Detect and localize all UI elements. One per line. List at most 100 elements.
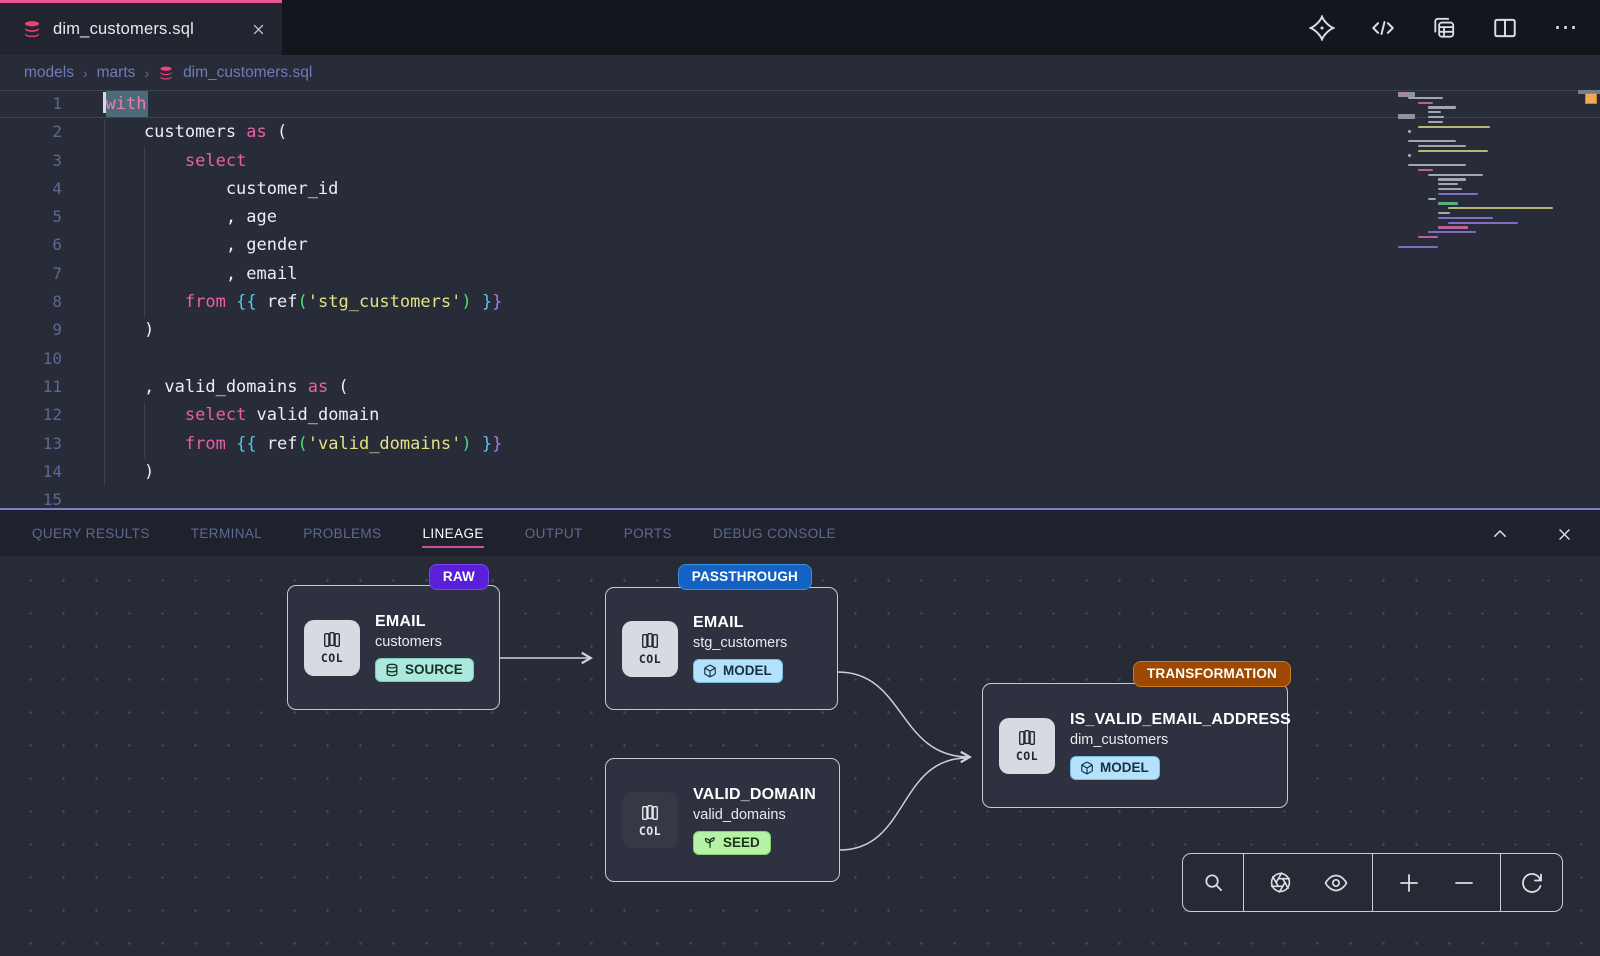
code-view-icon[interactable] bbox=[1363, 8, 1403, 48]
minimap-line bbox=[1418, 145, 1466, 147]
line-number: 5 bbox=[0, 203, 62, 231]
line-number: 11 bbox=[0, 373, 62, 401]
code-line[interactable]: 2 customers as ( bbox=[0, 118, 1600, 146]
panel-tab-query-results[interactable]: QUERY RESULTS bbox=[32, 526, 150, 541]
more-actions-icon[interactable]: ⋯ bbox=[1546, 8, 1586, 48]
code-line[interactable]: 4 customer_id bbox=[0, 175, 1600, 203]
database-icon bbox=[158, 65, 174, 81]
panel-tab-ports[interactable]: PORTS bbox=[624, 526, 672, 541]
zoom-in-icon[interactable] bbox=[1389, 863, 1429, 903]
editor-tab-dim-customers[interactable]: dim_customers.sql bbox=[0, 0, 282, 55]
code-editor[interactable]: 1with2 customers as (3 select4 customer_… bbox=[0, 90, 1600, 508]
lineage-kind-badge-transformation: TRANSFORMATION bbox=[1133, 661, 1291, 687]
line-number: 6 bbox=[0, 231, 62, 259]
minimap-line bbox=[1428, 174, 1483, 176]
minimap-line bbox=[1418, 126, 1490, 128]
resource-type-badge-model: MODEL bbox=[1070, 756, 1160, 780]
model-name: dim_customers bbox=[1070, 732, 1291, 748]
panel-tab-debug-console[interactable]: DEBUG CONSOLE bbox=[713, 526, 836, 541]
minimap-line bbox=[1398, 246, 1438, 248]
line-number: 8 bbox=[0, 288, 62, 316]
lineage-toolbar bbox=[1182, 853, 1563, 912]
lineage-node-customers[interactable]: RAW COL EMAIL customers SOURCE bbox=[287, 585, 500, 710]
search-icon[interactable] bbox=[1193, 863, 1233, 903]
code-line[interactable]: 8 from {{ ref('stg_customers') }} bbox=[0, 288, 1600, 316]
database-icon bbox=[22, 19, 42, 39]
minimap-line bbox=[1408, 97, 1443, 99]
panel-tab-output[interactable]: OUTPUT bbox=[525, 526, 583, 541]
breadcrumb-marts[interactable]: marts bbox=[97, 64, 136, 82]
column-chip: COL bbox=[622, 621, 678, 677]
minimap-line bbox=[1398, 92, 1408, 94]
code-line[interactable]: 14 ) bbox=[0, 458, 1600, 486]
lineage-node-dim-customers[interactable]: TRANSFORMATION COL IS_VALID_EMAIL_ADDRES… bbox=[982, 683, 1288, 808]
dbt-icon[interactable] bbox=[1302, 8, 1342, 48]
zoom-out-icon[interactable] bbox=[1444, 863, 1484, 903]
panel-tab-terminal[interactable]: TERMINAL bbox=[191, 526, 262, 541]
line-number: 7 bbox=[0, 260, 62, 288]
model-name: stg_customers bbox=[693, 635, 787, 651]
code-line[interactable]: 9 ) bbox=[0, 316, 1600, 344]
code-line[interactable]: 3 select bbox=[0, 147, 1600, 175]
column-chip: COL bbox=[999, 718, 1055, 774]
breadcrumb-separator: › bbox=[83, 65, 88, 81]
lineage-kind-badge-passthrough: PASSTHROUGH bbox=[678, 564, 812, 590]
lineage-node-valid-domains[interactable]: COL VALID_DOMAIN valid_domains SEED bbox=[605, 758, 840, 882]
breadcrumb: models › marts › dim_customers.sql bbox=[0, 55, 1600, 90]
minimap-line bbox=[1408, 140, 1456, 142]
minimap-line bbox=[1428, 106, 1456, 108]
code-line[interactable]: 10 bbox=[0, 345, 1600, 373]
line-number: 3 bbox=[0, 147, 62, 175]
minimap-line bbox=[1438, 202, 1458, 204]
lineage-canvas[interactable]: RAW COL EMAIL customers SOURCE PASSTHROU… bbox=[0, 556, 1600, 956]
model-name: valid_domains bbox=[693, 807, 816, 823]
line-number: 2 bbox=[0, 118, 62, 146]
query-results-table-icon[interactable] bbox=[1424, 8, 1464, 48]
code-line[interactable]: 7 , email bbox=[0, 260, 1600, 288]
column-name: IS_VALID_EMAIL_ADDRESS bbox=[1070, 711, 1291, 729]
minimap-line bbox=[1428, 198, 1436, 200]
line-number: 4 bbox=[0, 175, 62, 203]
indent-guide bbox=[144, 402, 145, 458]
line-number: 1 bbox=[0, 91, 62, 117]
minimap-line bbox=[1428, 116, 1444, 118]
panel-close-icon[interactable] bbox=[1544, 514, 1584, 554]
resource-type-badge-model: MODEL bbox=[693, 659, 783, 683]
column-name: EMAIL bbox=[375, 613, 474, 631]
code-line[interactable]: 6 , gender bbox=[0, 231, 1600, 259]
code-line[interactable]: 12 select valid_domain bbox=[0, 401, 1600, 429]
minimap-line bbox=[1438, 178, 1466, 180]
code-line[interactable]: 11 , valid_domains as ( bbox=[0, 373, 1600, 401]
minimap-line bbox=[1418, 102, 1433, 104]
breadcrumb-file[interactable]: dim_customers.sql bbox=[183, 64, 312, 82]
column-name: EMAIL bbox=[693, 614, 787, 632]
code-lines: 1with2 customers as (3 select4 customer_… bbox=[0, 90, 1600, 508]
minimap-line bbox=[1438, 217, 1493, 219]
code-line[interactable]: 13 from {{ ref('valid_domains') }} bbox=[0, 430, 1600, 458]
refresh-icon[interactable] bbox=[1512, 863, 1552, 903]
tab-label: dim_customers.sql bbox=[53, 20, 194, 39]
minimap-line bbox=[1418, 236, 1438, 238]
resource-type-badge-seed: SEED bbox=[693, 831, 771, 855]
panel-tab-lineage[interactable]: LINEAGE bbox=[422, 526, 483, 548]
panel-collapse-icon[interactable] bbox=[1480, 514, 1520, 554]
line-number: 12 bbox=[0, 401, 62, 429]
minimap-line bbox=[1438, 226, 1468, 228]
breadcrumb-models[interactable]: models bbox=[24, 64, 74, 82]
eye-icon[interactable] bbox=[1316, 863, 1356, 903]
column-chip: COL bbox=[622, 792, 678, 848]
code-line[interactable]: 1with bbox=[0, 90, 1600, 118]
lineage-node-stg-customers[interactable]: PASSTHROUGH COL EMAIL stg_customers MODE… bbox=[605, 587, 838, 710]
line-number: 10 bbox=[0, 345, 62, 373]
code-line[interactable]: 5 , age bbox=[0, 203, 1600, 231]
aperture-icon[interactable] bbox=[1260, 863, 1300, 903]
indent-guide bbox=[144, 147, 145, 317]
minimap-line bbox=[1438, 188, 1462, 190]
code-line[interactable]: 15 bbox=[0, 486, 1600, 508]
panel-tab-problems[interactable]: PROBLEMS bbox=[303, 526, 381, 541]
split-editor-icon[interactable] bbox=[1485, 8, 1525, 48]
indent-guide bbox=[104, 119, 105, 486]
minimap-line bbox=[1418, 150, 1488, 152]
lineage-kind-badge-raw: RAW bbox=[429, 564, 489, 590]
tab-close-icon[interactable] bbox=[251, 22, 266, 37]
